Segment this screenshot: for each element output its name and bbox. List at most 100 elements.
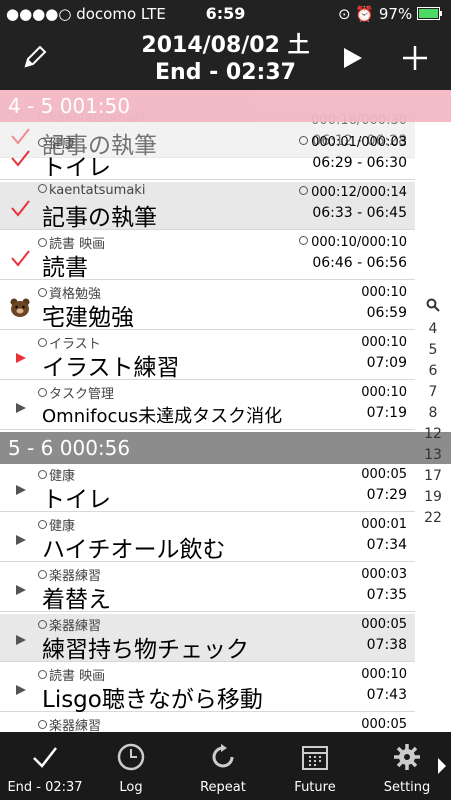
task-time: 06:29 - 06:30 <box>312 155 407 171</box>
task-duration: 000:10 <box>361 667 407 682</box>
task-row[interactable]: 楽器練習 練習持ち物チェック 000:05 07:38 <box>0 614 415 663</box>
task-name: Omnifocus未達成タスク消化 <box>42 406 283 427</box>
current-task-icon[interactable] <box>10 348 30 368</box>
task-duration: 000:01 <box>361 517 407 532</box>
start-task-icon[interactable] <box>10 630 30 650</box>
check-mark-icon[interactable] <box>10 248 30 268</box>
task-row[interactable]: 健康 トイレ 000:01/000:03 06:29 - 06:30 <box>0 132 415 181</box>
battery-status: ⊙ ⏰ 97% <box>338 5 443 23</box>
tab-end[interactable]: End - 02:37 <box>0 732 90 800</box>
task-time: 06:33 - 06:45 <box>312 205 407 221</box>
tab-label: Repeat <box>200 780 246 795</box>
battery-icon <box>417 7 442 20</box>
tab-bar: End - 02:37 Log Repeat Future Setting <box>0 732 451 800</box>
check-mark-icon[interactable] <box>10 198 30 218</box>
task-duration: 000:01/000:03 <box>299 135 407 150</box>
task-duration: 000:10/000:10 <box>299 235 407 250</box>
task-duration: 000:10 <box>361 285 407 300</box>
task-row[interactable]: イラスト イラスト練習 000:10 07:09 <box>0 332 415 381</box>
index-item[interactable]: 4 <box>415 319 451 340</box>
task-time: 07:09 <box>366 355 407 371</box>
nav-bar: 2014/08/02 土 End - 02:37 <box>0 28 451 90</box>
task-duration: 000:05 <box>361 617 407 632</box>
tab-label: Setting <box>383 780 431 795</box>
tab-label: End - 02:37 <box>7 780 83 795</box>
index-item[interactable]: 8 <box>415 403 451 424</box>
task-row[interactable]: 資格勉強 宅建勉強 000:10 06:59 <box>0 282 415 331</box>
task-time: 07:34 <box>366 537 407 553</box>
play-icon[interactable] <box>342 46 364 70</box>
task-duration: 000:12/000:14 <box>299 185 407 200</box>
start-task-icon[interactable] <box>10 398 30 418</box>
task-row[interactable]: タスク管理 Omnifocus未達成タスク消化 000:10 07:19 <box>0 382 415 430</box>
task-name: 着替え <box>42 587 111 613</box>
section-header: 5 - 6 000:56 <box>0 432 451 464</box>
check-mark-icon[interactable] <box>10 148 30 168</box>
task-name: 読書 <box>42 255 88 281</box>
task-time: 07:35 <box>366 587 407 603</box>
index-item[interactable]: 5 <box>415 340 451 361</box>
task-tag: タスク管理 <box>38 383 114 402</box>
repeat-icon <box>212 744 234 768</box>
lock-rotation-icon: ⊙ <box>338 5 351 23</box>
tab-label: Log <box>119 780 143 795</box>
header-date: 2014/08/02 土 <box>141 33 310 58</box>
start-task-icon[interactable] <box>10 530 30 550</box>
page-title: 2014/08/02 土 End - 02:37 <box>0 32 451 86</box>
task-name: ハイチオール飲む <box>42 537 226 563</box>
task-name: トイレ <box>42 155 111 181</box>
start-task-icon[interactable] <box>10 680 30 700</box>
start-task-icon[interactable] <box>10 480 30 500</box>
task-time: 07:43 <box>366 687 407 703</box>
tab-log[interactable]: Log <box>86 732 176 800</box>
task-name: トイレ <box>42 487 111 513</box>
more-tabs-arrow[interactable] <box>437 756 447 776</box>
add-icon[interactable] <box>401 44 429 72</box>
task-row[interactable]: 読書 映画 Lisgo聴きながら移動 000:10 07:43 <box>0 664 415 713</box>
index-item[interactable]: 19 <box>415 487 451 508</box>
task-tag: kaentatsumaki <box>38 183 145 198</box>
task-duration: 000:03 <box>361 567 407 582</box>
section-header: 4 - 5 001:50 <box>0 90 451 122</box>
clock-icon <box>117 743 145 771</box>
task-duration: 000:05 <box>361 467 407 482</box>
task-duration: 000:10 <box>361 335 407 350</box>
calendar-icon <box>302 746 328 770</box>
task-row[interactable]: 楽器練習 着替え 000:03 07:35 <box>0 564 415 613</box>
task-time: 06:59 <box>366 305 407 321</box>
index-item[interactable]: 7 <box>415 382 451 403</box>
start-task-icon[interactable] <box>10 580 30 600</box>
task-time: 07:38 <box>366 637 407 653</box>
task-name: 宅建勉強 <box>42 305 134 331</box>
index-item[interactable]: 17 <box>415 466 451 487</box>
task-name: イラスト練習 <box>42 355 180 381</box>
task-row[interactable]: 健康 トイレ 000:05 07:29 <box>0 464 415 513</box>
header-end-time: End - 02:37 <box>155 60 296 85</box>
search-icon[interactable] <box>415 298 451 319</box>
bear-icon[interactable] <box>10 298 30 318</box>
tab-repeat[interactable]: Repeat <box>178 732 268 800</box>
task-list[interactable]: kaentatsumaki記事の執筆000:16/000:3006:12 - 0… <box>0 90 451 732</box>
tab-future[interactable]: Future <box>270 732 360 800</box>
task-row[interactable]: 健康 ハイチオール飲む 000:01 07:34 <box>0 514 415 563</box>
gear-icon <box>394 744 420 770</box>
index-item[interactable]: 13 <box>415 445 451 466</box>
check-icon <box>33 747 57 768</box>
status-bar: ●●●●○ docomo LTE 6:59 ⊙ ⏰ 97% <box>0 0 451 28</box>
section-index[interactable]: 4 5 6 7 8 12 13 17 19 22 <box>415 298 451 529</box>
index-item[interactable]: 6 <box>415 361 451 382</box>
task-time: 07:29 <box>366 487 407 503</box>
task-time: 07:19 <box>366 405 407 421</box>
tab-label: Future <box>294 780 336 795</box>
task-name: Lisgo聴きながら移動 <box>42 687 263 713</box>
task-row[interactable]: 読書 映画 読書 000:10/000:10 06:46 - 06:56 <box>0 232 415 281</box>
index-item[interactable]: 12 <box>415 424 451 445</box>
task-time: 06:46 - 06:56 <box>312 255 407 271</box>
task-name: 練習持ち物チェック <box>42 637 249 663</box>
task-row[interactable]: 楽器練習練習準備000:05 <box>0 714 415 732</box>
task-duration: 000:05 <box>361 717 407 732</box>
index-item[interactable]: 22 <box>415 508 451 529</box>
alarm-icon: ⏰ <box>355 5 375 23</box>
task-name: 記事の執筆 <box>42 205 157 231</box>
task-row[interactable]: kaentatsumaki 記事の執筆 000:12/000:14 06:33 - 0… <box>0 182 415 231</box>
